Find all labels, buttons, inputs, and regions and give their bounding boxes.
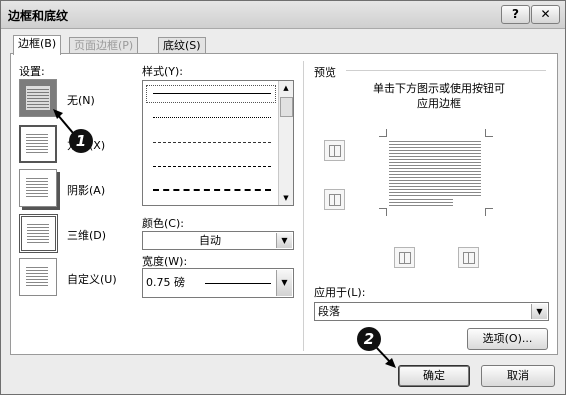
callout-arrow-1 bbox=[56, 113, 74, 134]
borders-and-shading-dialog: 边框和底纹 ? ✕ 边框(B) 页面边框(P) 底纹(S) 设置: 无(N) 方… bbox=[0, 0, 566, 395]
callout-arrow-2 bbox=[375, 346, 392, 364]
callout-badge-2: 2 bbox=[357, 327, 381, 351]
callout-arrows bbox=[53, 109, 396, 368]
tab-borders[interactable]: 边框(B) bbox=[13, 35, 62, 55]
callout-arrowhead-1 bbox=[53, 109, 63, 119]
callout-badge-1: 1 bbox=[69, 129, 93, 153]
